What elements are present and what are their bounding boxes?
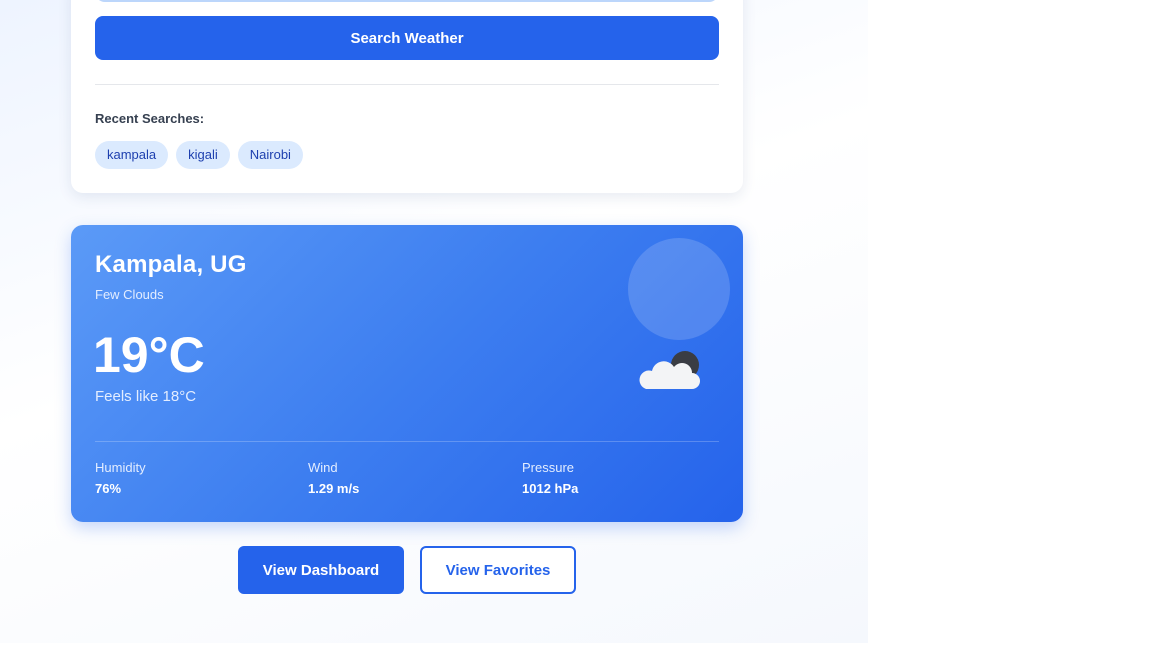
recent-searches-label: Recent Searches: bbox=[95, 111, 205, 126]
cloud-moon-icon bbox=[639, 351, 700, 389]
pressure-label: Pressure bbox=[522, 460, 575, 475]
icon-backdrop bbox=[628, 238, 730, 340]
search-weather-button[interactable]: Search Weather bbox=[95, 16, 719, 60]
pressure-value: 1012 hPa bbox=[522, 481, 579, 496]
humidity-value: 76% bbox=[95, 481, 122, 496]
humidity-label: Humidity bbox=[95, 460, 146, 475]
recent-search-chip-kampala[interactable]: kampala bbox=[95, 141, 169, 169]
recent-search-chip-kigali[interactable]: kigali bbox=[176, 141, 230, 169]
search-card: Search Weather Recent Searches: kampala … bbox=[71, 0, 743, 193]
divider bbox=[95, 84, 719, 85]
temperature: 19°C bbox=[93, 327, 205, 383]
weather-condition: Few Clouds bbox=[95, 287, 164, 302]
wind-value: 1.29 m/s bbox=[308, 481, 360, 496]
city-search-input[interactable] bbox=[95, 0, 719, 2]
card-divider bbox=[95, 441, 719, 442]
current-weather-card: Kampala, UG Few Clouds 19°C Feels like 1… bbox=[71, 225, 743, 522]
wind-stat: Wind 1.29 m/s bbox=[308, 460, 359, 496]
feels-like: Feels like 18°C bbox=[95, 388, 197, 405]
pressure-stat: Pressure 1012 hPa bbox=[522, 460, 578, 496]
wind-label: Wind bbox=[308, 460, 338, 475]
location-title: Kampala, UG bbox=[95, 251, 247, 278]
humidity-stat: Humidity 76% bbox=[95, 460, 146, 496]
view-dashboard-button[interactable]: View Dashboard bbox=[238, 546, 404, 594]
recent-search-chip-nairobi[interactable]: Nairobi bbox=[237, 141, 303, 169]
recent-searches-list: kampala kigali Nairobi bbox=[95, 141, 303, 169]
view-favorites-button[interactable]: View Favorites bbox=[420, 546, 576, 594]
